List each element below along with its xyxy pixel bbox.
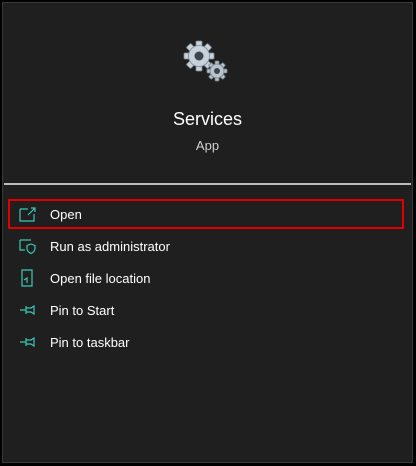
open-file-location-label: Open file location	[50, 270, 151, 286]
app-title: Services	[172, 109, 243, 129]
shield-icon	[18, 237, 38, 255]
open-file-location-menu-item[interactable]: Open file location	[8, 263, 404, 293]
pin-to-start-menu-item[interactable]: Pin to Start	[8, 295, 404, 325]
pin-to-taskbar-menu-item[interactable]: Pin to taskbar	[8, 327, 404, 357]
open-label: Open	[50, 206, 82, 222]
pin-to-taskbar-label: Pin to taskbar	[50, 334, 130, 350]
file-location-icon	[18, 269, 38, 287]
open-menu-item[interactable]: Open	[8, 199, 404, 229]
app-type-label: App	[195, 138, 220, 153]
pin-icon	[18, 301, 38, 319]
run-as-administrator-label: Run as administrator	[50, 238, 170, 254]
gears-icon	[181, 39, 229, 83]
open-icon	[18, 205, 38, 223]
divider	[4, 183, 411, 185]
app-context-panel: Services App Open Run as administrator O…	[2, 2, 413, 463]
run-as-administrator-menu-item[interactable]: Run as administrator	[8, 231, 404, 261]
pin-icon	[18, 333, 38, 351]
pin-to-start-label: Pin to Start	[50, 302, 115, 318]
